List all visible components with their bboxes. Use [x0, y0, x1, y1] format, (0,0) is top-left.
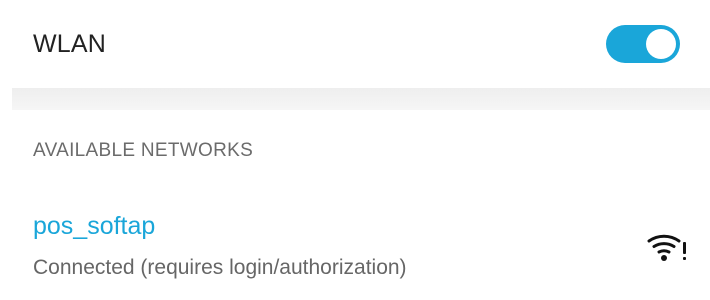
wlan-title: WLAN: [33, 29, 107, 58]
network-list-item[interactable]: pos_softap Connected (requires login/aut…: [0, 200, 710, 296]
section-divider: [12, 88, 710, 110]
available-networks-header: AVAILABLE NETWORKS: [33, 140, 254, 161]
wifi-signal-alert-icon: [647, 234, 686, 261]
toggle-knob: [646, 29, 676, 59]
network-status: Connected (requires login/authorization): [33, 256, 407, 279]
wlan-toggle-switch[interactable]: [606, 25, 680, 63]
network-ssid: pos_softap: [33, 212, 156, 240]
wlan-settings-page: WLAN AVAILABLE NETWORKS pos_softap Conne…: [0, 0, 710, 300]
wlan-toggle-row[interactable]: WLAN: [0, 0, 710, 88]
